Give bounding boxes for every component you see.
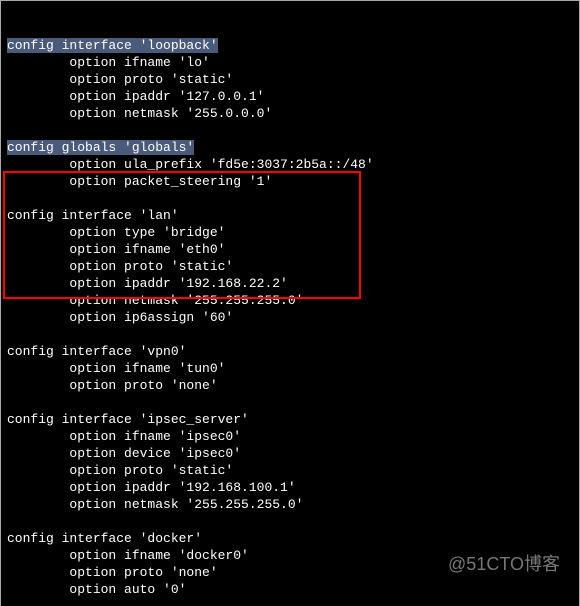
- config-file-content: config interface 'loopback' option ifnam…: [7, 37, 579, 606]
- terminal-output[interactable]: config interface 'loopback' option ifnam…: [0, 0, 580, 606]
